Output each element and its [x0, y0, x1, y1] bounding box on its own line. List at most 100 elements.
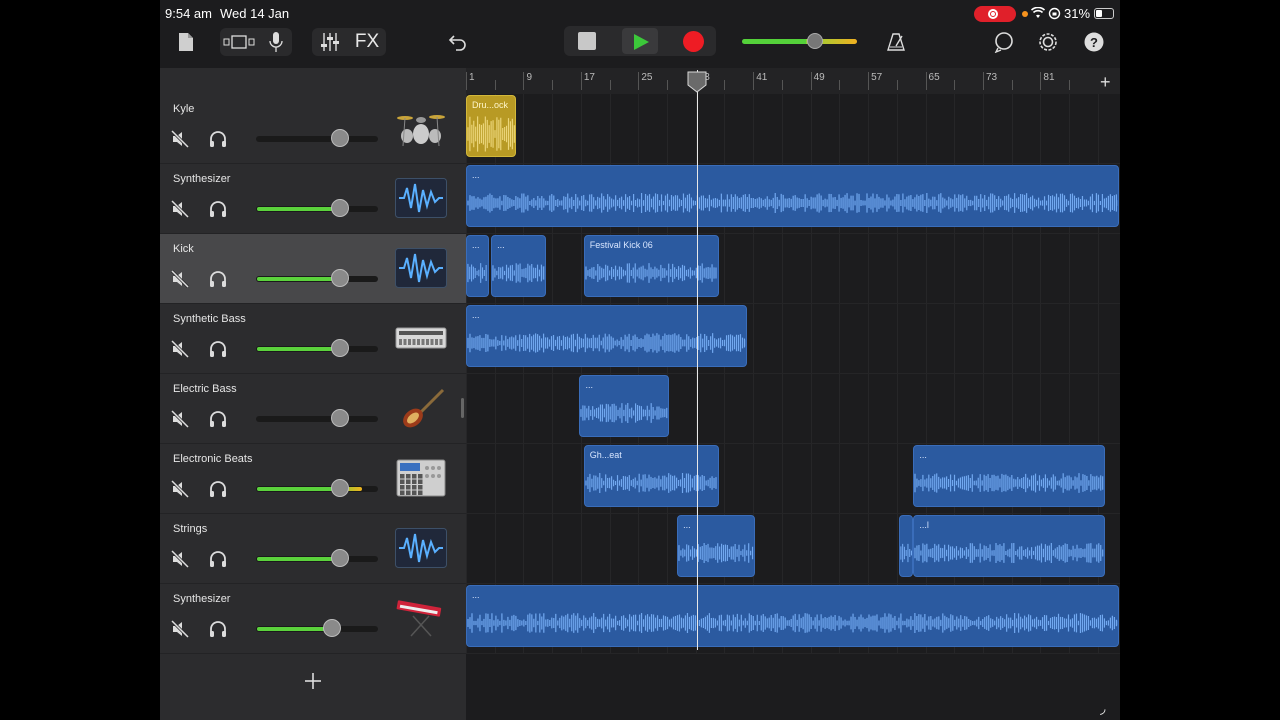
audio-region[interactable]: ...	[466, 165, 1120, 227]
track-volume-knob[interactable]	[331, 409, 349, 427]
add-section-button[interactable]: +	[1100, 72, 1111, 93]
bass-guitar-icon[interactable]	[394, 386, 448, 430]
track-volume-slider[interactable]	[256, 346, 378, 352]
screen-recording-icon[interactable]	[974, 6, 1016, 22]
track-volume-knob[interactable]	[331, 269, 349, 287]
audio-region[interactable]: Dru...ock	[466, 95, 517, 157]
headphones-icon[interactable]	[208, 129, 228, 149]
track-view-icon[interactable]	[222, 32, 256, 52]
track-volume-knob[interactable]	[331, 479, 349, 497]
headphones-icon[interactable]	[208, 549, 228, 569]
audio-region[interactable]: ...	[466, 305, 748, 367]
stop-icon[interactable]	[578, 32, 596, 50]
mixer-icon[interactable]	[318, 30, 342, 54]
microphone-icon[interactable]	[266, 30, 286, 54]
mute-icon[interactable]	[170, 339, 190, 359]
fx-button[interactable]: FX	[352, 30, 382, 54]
settings-icon[interactable]	[1036, 30, 1060, 54]
ruler-bar-label: 73	[985, 72, 998, 83]
drum-machine-icon[interactable]	[394, 316, 448, 360]
audio-region[interactable]: Gh...eat	[583, 445, 719, 507]
audio-region[interactable]: ...	[579, 375, 670, 437]
audio-region[interactable]	[898, 515, 914, 577]
ruler-tick	[638, 72, 640, 90]
track-volume-knob[interactable]	[331, 339, 349, 357]
track-lane[interactable]	[466, 374, 1120, 444]
mute-icon[interactable]	[170, 199, 190, 219]
waveform	[585, 263, 717, 283]
track-header[interactable]: Kick	[160, 234, 466, 304]
volume-level-fill	[257, 207, 339, 211]
headphones-icon[interactable]	[208, 479, 228, 499]
ruler-tick	[925, 72, 927, 90]
audio-region[interactable]: ...	[677, 515, 755, 577]
waveform	[914, 543, 1104, 563]
ruler-tick	[466, 72, 467, 90]
track-lane[interactable]	[466, 234, 1120, 304]
track-header[interactable]: Strings	[160, 514, 466, 584]
track-volume-slider[interactable]	[256, 556, 378, 562]
mute-icon[interactable]	[170, 549, 190, 569]
track-volume-slider[interactable]	[256, 486, 378, 492]
audio-region[interactable]: ...	[491, 235, 547, 297]
waveform-icon[interactable]	[394, 246, 448, 290]
beat-sampler-icon[interactable]	[394, 456, 448, 500]
mute-icon[interactable]	[170, 409, 190, 429]
record-icon[interactable]	[683, 31, 704, 52]
audio-region[interactable]: ...	[466, 235, 489, 297]
track-header[interactable]: Synthetic Bass	[160, 304, 466, 374]
track-name: Kyle	[173, 103, 195, 115]
track-volume-knob[interactable]	[323, 619, 341, 637]
playhead-handle[interactable]	[687, 71, 707, 93]
metronome-icon[interactable]	[884, 30, 908, 54]
column-resize-handle[interactable]	[461, 398, 464, 418]
headphones-icon[interactable]	[208, 339, 228, 359]
audio-region[interactable]: Festival Kick 06	[583, 235, 719, 297]
track-header[interactable]: Electric Bass	[160, 374, 466, 444]
help-icon[interactable]: ?	[1082, 30, 1106, 54]
track-volume-slider[interactable]	[256, 276, 378, 282]
track-header[interactable]: Kyle	[160, 94, 466, 164]
master-volume-knob[interactable]	[807, 33, 823, 49]
region-label: Gh...eat	[589, 450, 622, 460]
playhead-line[interactable]	[696, 70, 698, 650]
track-header[interactable]: Synthesizer	[160, 584, 466, 654]
track-volume-slider[interactable]	[256, 416, 378, 422]
waveform	[467, 116, 515, 152]
master-volume-slider[interactable]	[742, 39, 857, 44]
track-volume-knob[interactable]	[331, 549, 349, 567]
track-volume-slider[interactable]	[256, 626, 378, 632]
add-track-button[interactable]	[303, 671, 323, 691]
track-header[interactable]: Electronic Beats	[160, 444, 466, 514]
mute-icon[interactable]	[170, 129, 190, 149]
drum-kit-icon[interactable]	[394, 106, 448, 150]
undo-icon[interactable]	[446, 30, 470, 54]
waveform-icon[interactable]	[394, 526, 448, 570]
ruler-bar-label: 9	[526, 72, 532, 83]
waveform-icon[interactable]	[394, 176, 448, 220]
audio-region[interactable]: ...	[913, 445, 1106, 507]
track-name: Electric Bass	[173, 383, 237, 395]
loop-icon[interactable]	[992, 30, 1016, 54]
track-volume-slider[interactable]	[256, 206, 378, 212]
headphones-icon[interactable]	[208, 409, 228, 429]
mute-icon[interactable]	[170, 269, 190, 289]
mute-icon[interactable]	[170, 619, 190, 639]
headphones-icon[interactable]	[208, 269, 228, 289]
ruler-bar-label: 25	[641, 72, 653, 83]
mute-icon[interactable]	[170, 479, 190, 499]
track-volume-slider[interactable]	[256, 136, 378, 142]
audio-region[interactable]: ...	[466, 585, 1120, 647]
track-volume-knob[interactable]	[331, 199, 349, 217]
play-icon[interactable]	[622, 28, 658, 54]
keyboard-icon[interactable]	[394, 596, 448, 640]
track-header[interactable]: Synthesizer	[160, 164, 466, 234]
track-volume-knob[interactable]	[331, 129, 349, 147]
audio-region[interactable]: ...l	[913, 515, 1106, 577]
document-icon[interactable]	[176, 30, 196, 54]
track-lane[interactable]	[466, 94, 1120, 164]
timeline-ruler[interactable]: + 19172533414957657381	[466, 68, 1120, 94]
headphones-icon[interactable]	[208, 619, 228, 639]
headphones-icon[interactable]	[208, 199, 228, 219]
track-lanes[interactable]: Dru...ock......... Festival Kick 06......…	[466, 94, 1120, 720]
